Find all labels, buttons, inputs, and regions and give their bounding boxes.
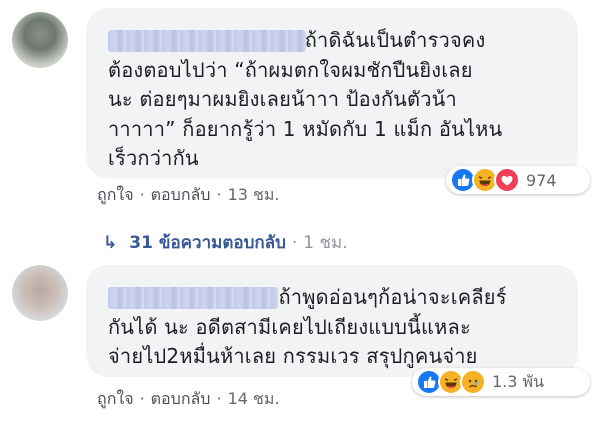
reaction-count: 1.3 พัน: [492, 371, 545, 391]
sad-reaction-icon: [460, 369, 486, 395]
replies-count-label[interactable]: 31 ข้อความตอบกลับ: [129, 233, 286, 253]
comment-actions: ถูกใจ · ตอบกลับ · 14 ชม.: [97, 387, 280, 412]
commenter-avatar[interactable]: [12, 265, 68, 321]
reply-arrow-icon: ↳: [103, 233, 118, 253]
like-link[interactable]: ถูกใจ: [97, 389, 134, 408]
separator-dot: ·: [139, 389, 145, 408]
reaction-summary[interactable]: 974: [446, 166, 590, 194]
comment-text: ถ้าพูดอ่อนๆก้อน่าจะเคลียร์ กันได้ นะ อดี…: [108, 285, 507, 368]
separator-dot: ·: [216, 185, 222, 204]
love-reaction-icon: [494, 167, 520, 193]
view-replies-link[interactable]: ↳ 31 ข้อความตอบกลับ · 1 ชม.: [103, 229, 348, 256]
separator-dot: ·: [216, 389, 222, 408]
reaction-summary[interactable]: 1.3 พัน: [412, 368, 590, 396]
like-link[interactable]: ถูกใจ: [97, 185, 134, 204]
comment-text: ถ้าดิฉันเป็นตำรวจคง ต้องตอบไปว่า “ถ้าผมต…: [108, 28, 503, 170]
comment-timestamp[interactable]: 13 ชม.: [228, 185, 280, 204]
commenter-avatar[interactable]: [12, 12, 68, 68]
reaction-count: 974: [526, 170, 557, 190]
replies-timestamp: 1 ชม.: [303, 233, 348, 253]
reply-link[interactable]: ตอบกลับ: [151, 389, 211, 408]
separator-dot: ·: [139, 185, 145, 204]
comment-actions: ถูกใจ · ตอบกลับ · 13 ชม.: [97, 183, 280, 208]
separator-dot: ·: [291, 233, 298, 253]
comment-bubble: ถ้าดิฉันเป็นตำรวจคง ต้องตอบไปว่า “ถ้าผมต…: [86, 8, 578, 178]
reply-link[interactable]: ตอบกลับ: [151, 185, 211, 204]
comment-timestamp[interactable]: 14 ชม.: [228, 389, 280, 408]
comment-bubble: ถ้าพูดอ่อนๆก้อน่าจะเคลียร์ กันได้ นะ อดี…: [86, 265, 578, 377]
